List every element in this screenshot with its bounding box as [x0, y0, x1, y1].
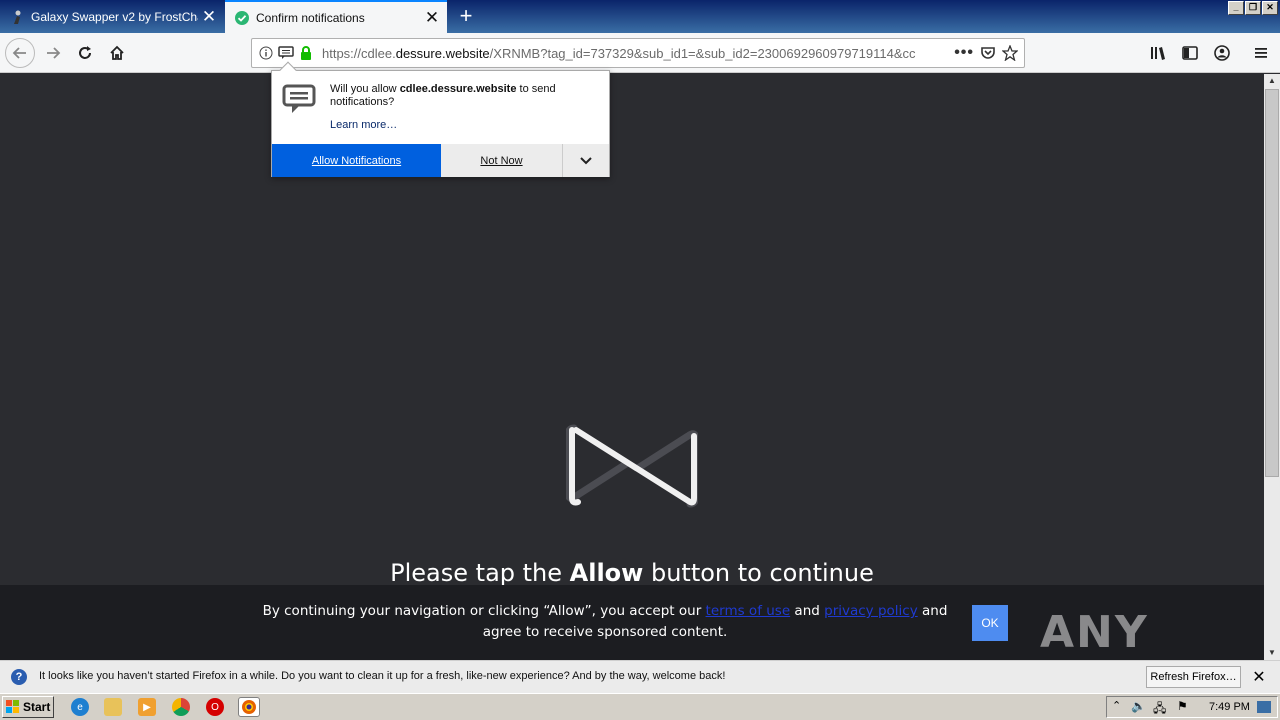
close-icon[interactable]: ✕	[421, 8, 443, 28]
headline-text: Please tap the	[390, 559, 570, 587]
watermark-text: ANY RUN	[1040, 607, 1150, 660]
forward-arrow-icon[interactable]	[38, 38, 68, 68]
privacy-policy-link[interactable]: privacy policy	[824, 603, 918, 619]
explorer-icon[interactable]	[104, 698, 122, 716]
tab-confirm-notifications[interactable]: Confirm notifications ✕	[225, 0, 447, 33]
question-icon: ?	[11, 669, 27, 685]
windows-logo-icon	[6, 700, 19, 713]
ok-button[interactable]: OK	[972, 605, 1008, 641]
library-icon[interactable]	[1143, 38, 1173, 68]
navigation-toolbar: https://cdlee.dessure.website/XRNMB?tag_…	[0, 33, 1280, 73]
scroll-down-arrow-icon[interactable]: ▼	[1264, 646, 1280, 660]
consent-and: and	[790, 603, 825, 619]
anyrun-watermark: ANY RUN	[1040, 607, 1264, 660]
url-path: /XRNMB?tag_id=737329&sub_id1=&sub_id2=23…	[489, 45, 916, 61]
chat-bubble-icon	[282, 84, 316, 113]
info-icon[interactable]	[256, 46, 276, 60]
restore-icon[interactable]: ❐	[1245, 1, 1261, 15]
more-actions-icon[interactable]: •••	[954, 44, 974, 62]
reload-icon[interactable]	[70, 38, 100, 68]
start-label: Start	[23, 700, 51, 714]
page-content: Please tap the Allow button to continue …	[0, 74, 1264, 660]
url-host: dessure.website	[395, 45, 490, 61]
consent-banner: By continuing your navigation or clickin…	[0, 585, 1264, 660]
close-icon[interactable]: ✕	[1250, 667, 1268, 687]
show-desktop-icon[interactable]	[1257, 701, 1271, 713]
checkmark-favicon-icon	[235, 10, 249, 25]
address-bar[interactable]: https://cdlee.dessure.website/XRNMB?tag_…	[251, 38, 1025, 68]
not-now-button[interactable]: Not Now	[441, 144, 563, 177]
home-icon[interactable]	[102, 38, 132, 68]
window-controls: _ ❐ ✕	[1228, 1, 1278, 15]
tab-galaxy-swapper[interactable]: Galaxy Swapper v2 by FrostChanc ✕	[0, 0, 224, 33]
allow-notifications-button[interactable]: Allow Notifications	[272, 144, 441, 177]
network-icon[interactable]: 🖧	[1153, 699, 1166, 720]
tray-expand-icon[interactable]: ⌃	[1112, 699, 1121, 712]
hamburger-menu-icon[interactable]	[1246, 38, 1276, 68]
headline-bold-text: Allow	[569, 559, 644, 587]
notification-message: Will you allow cdlee.dessure.website to …	[330, 83, 600, 109]
internet-explorer-icon[interactable]: e	[71, 698, 89, 716]
url-text[interactable]: https://cdlee.dessure.website/XRNMB?tag_…	[316, 46, 954, 61]
firefox-icon[interactable]	[238, 697, 260, 717]
bowtie-logo-icon	[566, 424, 698, 508]
minimize-icon[interactable]: _	[1228, 1, 1244, 15]
notification-permission-icon[interactable]	[276, 46, 296, 60]
learn-more-link[interactable]: Learn more…	[330, 119, 397, 131]
system-tray: ⌃ 🔈 🖧 ⚑ 7:49 PM	[1106, 696, 1278, 718]
msg-host: cdlee.dessure.website	[399, 83, 517, 95]
clock[interactable]: 7:49 PM	[1209, 701, 1250, 713]
account-icon[interactable]	[1207, 38, 1237, 68]
consent-text: By continuing your navigation or clickin…	[255, 601, 955, 643]
start-button[interactable]: Start	[2, 696, 54, 718]
lock-icon[interactable]	[296, 46, 316, 60]
tab-strip: Galaxy Swapper v2 by FrostChanc ✕ Confir…	[0, 0, 1280, 33]
msg-prefix: Will you allow	[330, 83, 400, 95]
vertical-scrollbar[interactable]: ▲ ▼	[1264, 74, 1280, 660]
consent-prefix: By continuing your navigation or clickin…	[262, 603, 706, 619]
new-tab-plus-icon[interactable]: +	[452, 3, 480, 31]
flag-icon[interactable]: ⚑	[1177, 699, 1188, 713]
headline-suffix-text: button to continue	[643, 559, 874, 587]
close-icon[interactable]: ✕	[198, 7, 220, 27]
close-window-icon[interactable]: ✕	[1262, 1, 1278, 15]
volume-icon[interactable]: 🔈	[1131, 699, 1146, 713]
bookmark-star-icon[interactable]	[1002, 45, 1018, 61]
notification-buttons: Allow Notifications Not Now	[272, 144, 609, 177]
tab-title: Galaxy Swapper v2 by FrostChanc	[31, 9, 198, 24]
tab-title: Confirm notifications	[256, 10, 365, 25]
notification-permission-panel: Will you allow cdlee.dessure.website to …	[271, 61, 610, 177]
page-headline: Please tap the Allow button to continue	[0, 559, 1264, 587]
url-actions: •••	[954, 44, 1024, 62]
person-favicon-icon	[14, 10, 21, 24]
windows-taskbar: Start e ▶ O ⌃ 🔈 🖧 ⚑ 7:49 PM	[0, 693, 1280, 720]
infobar-text: It looks like you haven’t started Firefo…	[39, 670, 726, 682]
terms-of-use-link[interactable]: terms of use	[706, 603, 791, 619]
refresh-firefox-button[interactable]: Refresh Firefox…	[1146, 666, 1241, 688]
pocket-icon[interactable]	[980, 45, 996, 61]
back-arrow-icon[interactable]	[5, 38, 35, 68]
media-player-icon[interactable]: ▶	[138, 698, 156, 716]
sidebar-icon[interactable]	[1175, 38, 1205, 68]
chrome-icon[interactable]	[172, 698, 190, 716]
firefox-refresh-infobar: ? It looks like you haven’t started Fire…	[0, 660, 1280, 693]
url-prefix: https://cdlee.	[322, 45, 396, 61]
opera-icon[interactable]: O	[206, 698, 224, 716]
scroll-thumb[interactable]	[1265, 89, 1279, 477]
chevron-down-icon[interactable]	[563, 144, 609, 177]
scroll-up-arrow-icon[interactable]: ▲	[1264, 74, 1280, 88]
